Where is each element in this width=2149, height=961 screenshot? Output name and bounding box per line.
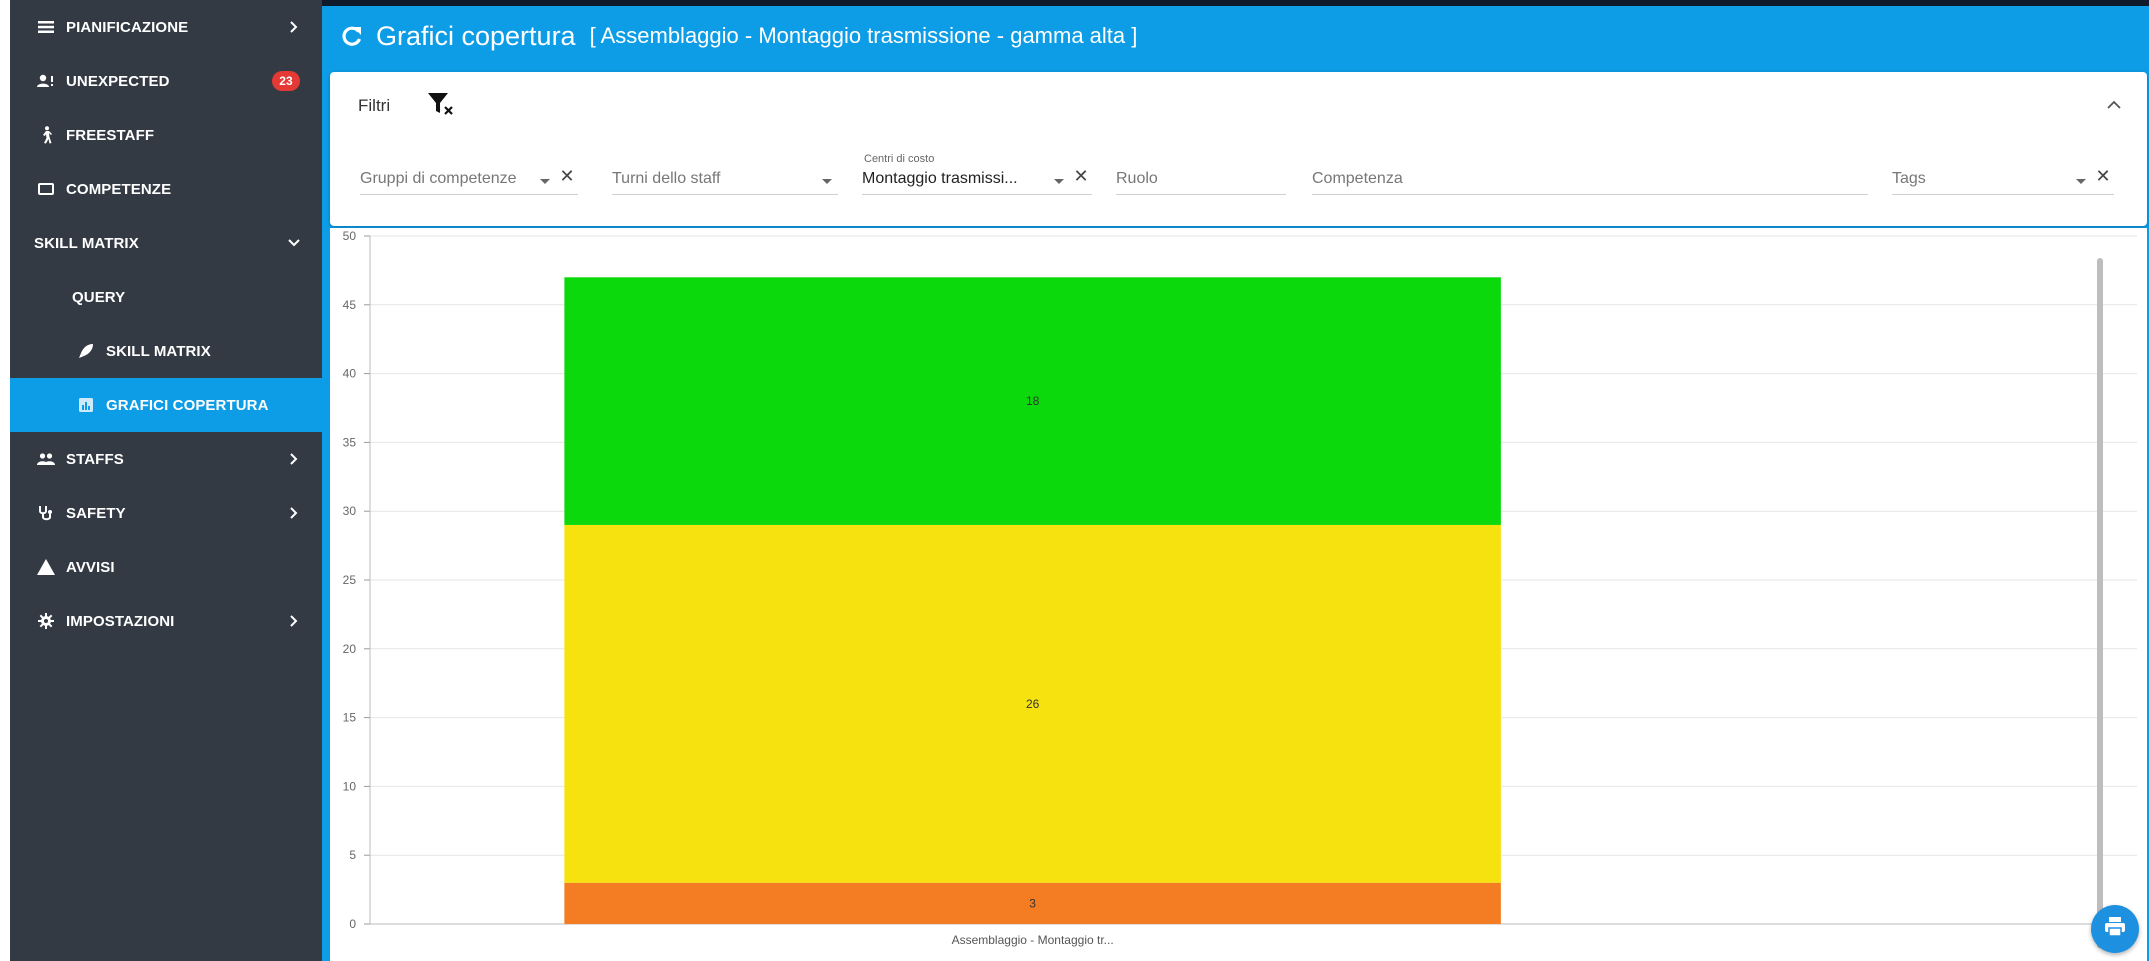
sidebar-item-staffs[interactable]: STAFFS: [10, 432, 322, 486]
y-tick-label: 45: [343, 298, 357, 312]
page-title: Grafici copertura: [376, 20, 576, 51]
bar-data-label: 3: [1029, 896, 1036, 910]
filters-label: Filtri: [358, 96, 391, 115]
sidebar-item-label: AVVISI: [66, 558, 115, 576]
square-icon: [26, 183, 66, 195]
sidebar-item-skill-matrix-group[interactable]: SKILL MATRIX: [10, 216, 322, 270]
sidebar-item-query[interactable]: QUERY: [10, 270, 322, 324]
y-tick-label: 30: [343, 504, 357, 518]
sidebar-item-label: IMPOSTAZIONI: [66, 612, 175, 630]
sidebar-item-label: SAFETY: [66, 504, 126, 522]
x-category-label: Assemblaggio - Montaggio tr...: [952, 933, 1114, 947]
gruppi-competenze-placeholder: Gruppi di competenze: [360, 170, 517, 187]
competenza-placeholder: Competenza: [1312, 170, 1403, 187]
y-tick-label: 10: [343, 779, 357, 793]
stethoscope-icon: [26, 505, 66, 521]
sidebar-item-impostazioni[interactable]: IMPOSTAZIONI: [10, 594, 322, 648]
chevron-right-icon: [280, 507, 308, 519]
sidebar-item-label: COMPETENZE: [66, 180, 172, 198]
chevron-right-icon: [280, 615, 308, 627]
warning-icon: [26, 559, 66, 575]
ruolo-placeholder: Ruolo: [1116, 170, 1158, 187]
bar-data-label: 18: [1026, 394, 1040, 408]
caret-down-icon: [1048, 178, 1070, 185]
page-subtitle: [ Assemblaggio - Montaggio trasmissione …: [589, 23, 1138, 48]
sidebar-item-skill-matrix[interactable]: SKILL MATRIX: [10, 324, 322, 378]
sidebar-item-safety[interactable]: SAFETY: [10, 486, 322, 540]
centri-di-costo-value: Montaggio trasmissi...: [862, 170, 1018, 187]
gear-icon: [26, 613, 66, 629]
caret-down-icon: [534, 178, 556, 185]
sidebar-item-label: QUERY: [72, 288, 126, 306]
refresh-icon[interactable]: [334, 25, 370, 47]
unexpected-count-badge: 23: [272, 71, 300, 91]
page-header: Grafici copertura [ Assemblaggio - Monta…: [322, 6, 2149, 66]
sidebar-item-unexpected[interactable]: UNEXPECTED 23: [10, 54, 322, 108]
y-tick-label: 5: [349, 848, 356, 862]
y-tick-label: 50: [343, 229, 357, 243]
coverage-chart: 0 5 10 15 20 25 30 35 40 45 50 3 26 18 Assemblaggio - …: [343, 229, 2137, 947]
tags-select[interactable]: Tags ✕: [1892, 157, 2114, 195]
chart-icon: [66, 397, 106, 413]
sidebar-item-label: SKILL MATRIX: [106, 342, 211, 360]
caret-down-icon: [816, 178, 838, 185]
sidebar-item-label: GRAFICI COPERTURA: [106, 396, 269, 414]
y-tick-label: 0: [349, 917, 356, 931]
list-icon: [26, 20, 66, 34]
sidebar-item-label: UNEXPECTED: [66, 72, 170, 90]
filter-remove-icon[interactable]: [426, 90, 456, 123]
turni-staff-select[interactable]: Turni dello staff: [612, 157, 838, 195]
bar-data-label: 26: [1026, 697, 1040, 711]
sidebar-item-label: FREESTAFF: [66, 126, 155, 144]
sidebar-item-avvisi[interactable]: AVVISI: [10, 540, 322, 594]
sidebar-item-freestaff[interactable]: FREESTAFF: [10, 108, 322, 162]
ruolo-input[interactable]: Ruolo: [1116, 157, 1286, 195]
sidebar-item-grafici-copertura[interactable]: GRAFICI COPERTURA: [10, 378, 322, 432]
y-tick-label: 35: [343, 435, 357, 449]
sidebar-item-pianificazione[interactable]: PIANIFICAZIONE: [10, 0, 322, 54]
filters-card: Filtri Gruppi di competenze ✕ Turni dell…: [330, 72, 2147, 226]
rocket-icon: [66, 343, 106, 359]
scrollbar[interactable]: [2097, 258, 2103, 948]
turni-staff-placeholder: Turni dello staff: [612, 170, 721, 187]
print-icon: [2104, 916, 2126, 942]
chevron-right-icon: [280, 453, 308, 465]
sidebar-item-label: PIANIFICAZIONE: [66, 18, 189, 36]
chevron-up-icon[interactable]: [2107, 96, 2121, 114]
centri-di-costo-label: Centri di costo: [864, 153, 935, 165]
sidebar-item-competenze[interactable]: COMPETENZE: [10, 162, 322, 216]
competenza-input[interactable]: Competenza: [1312, 157, 1868, 195]
coverage-chart-area: 0 5 10 15 20 25 30 35 40 45 50 3 26 18 Assemblaggio - …: [330, 228, 2147, 961]
walking-person-icon: [26, 126, 66, 144]
caret-down-icon: [2070, 178, 2092, 185]
tags-placeholder: Tags: [1892, 170, 1926, 187]
centri-di-costo-select[interactable]: Centri di costo Montaggio trasmissi... ✕: [862, 153, 1092, 195]
y-tick-label: 15: [343, 711, 357, 725]
gruppi-competenze-select[interactable]: Gruppi di competenze ✕: [360, 157, 578, 195]
y-tick-label: 25: [343, 573, 357, 587]
y-tick-label: 40: [343, 367, 357, 381]
person-alert-icon: [26, 74, 66, 88]
sidebar: PIANIFICAZIONE UNEXPECTED 23 FREESTAFF C…: [10, 0, 322, 961]
chevron-down-icon: [280, 239, 308, 247]
people-icon: [26, 453, 66, 465]
chevron-right-icon: [280, 21, 308, 33]
clear-icon[interactable]: ✕: [556, 166, 578, 187]
sidebar-item-label: SKILL MATRIX: [34, 234, 139, 252]
clear-icon[interactable]: ✕: [1070, 166, 1092, 187]
y-tick-label: 20: [343, 642, 357, 656]
clear-icon[interactable]: ✕: [2092, 166, 2114, 187]
sidebar-item-label: STAFFS: [66, 450, 124, 468]
print-button[interactable]: [2091, 905, 2139, 953]
